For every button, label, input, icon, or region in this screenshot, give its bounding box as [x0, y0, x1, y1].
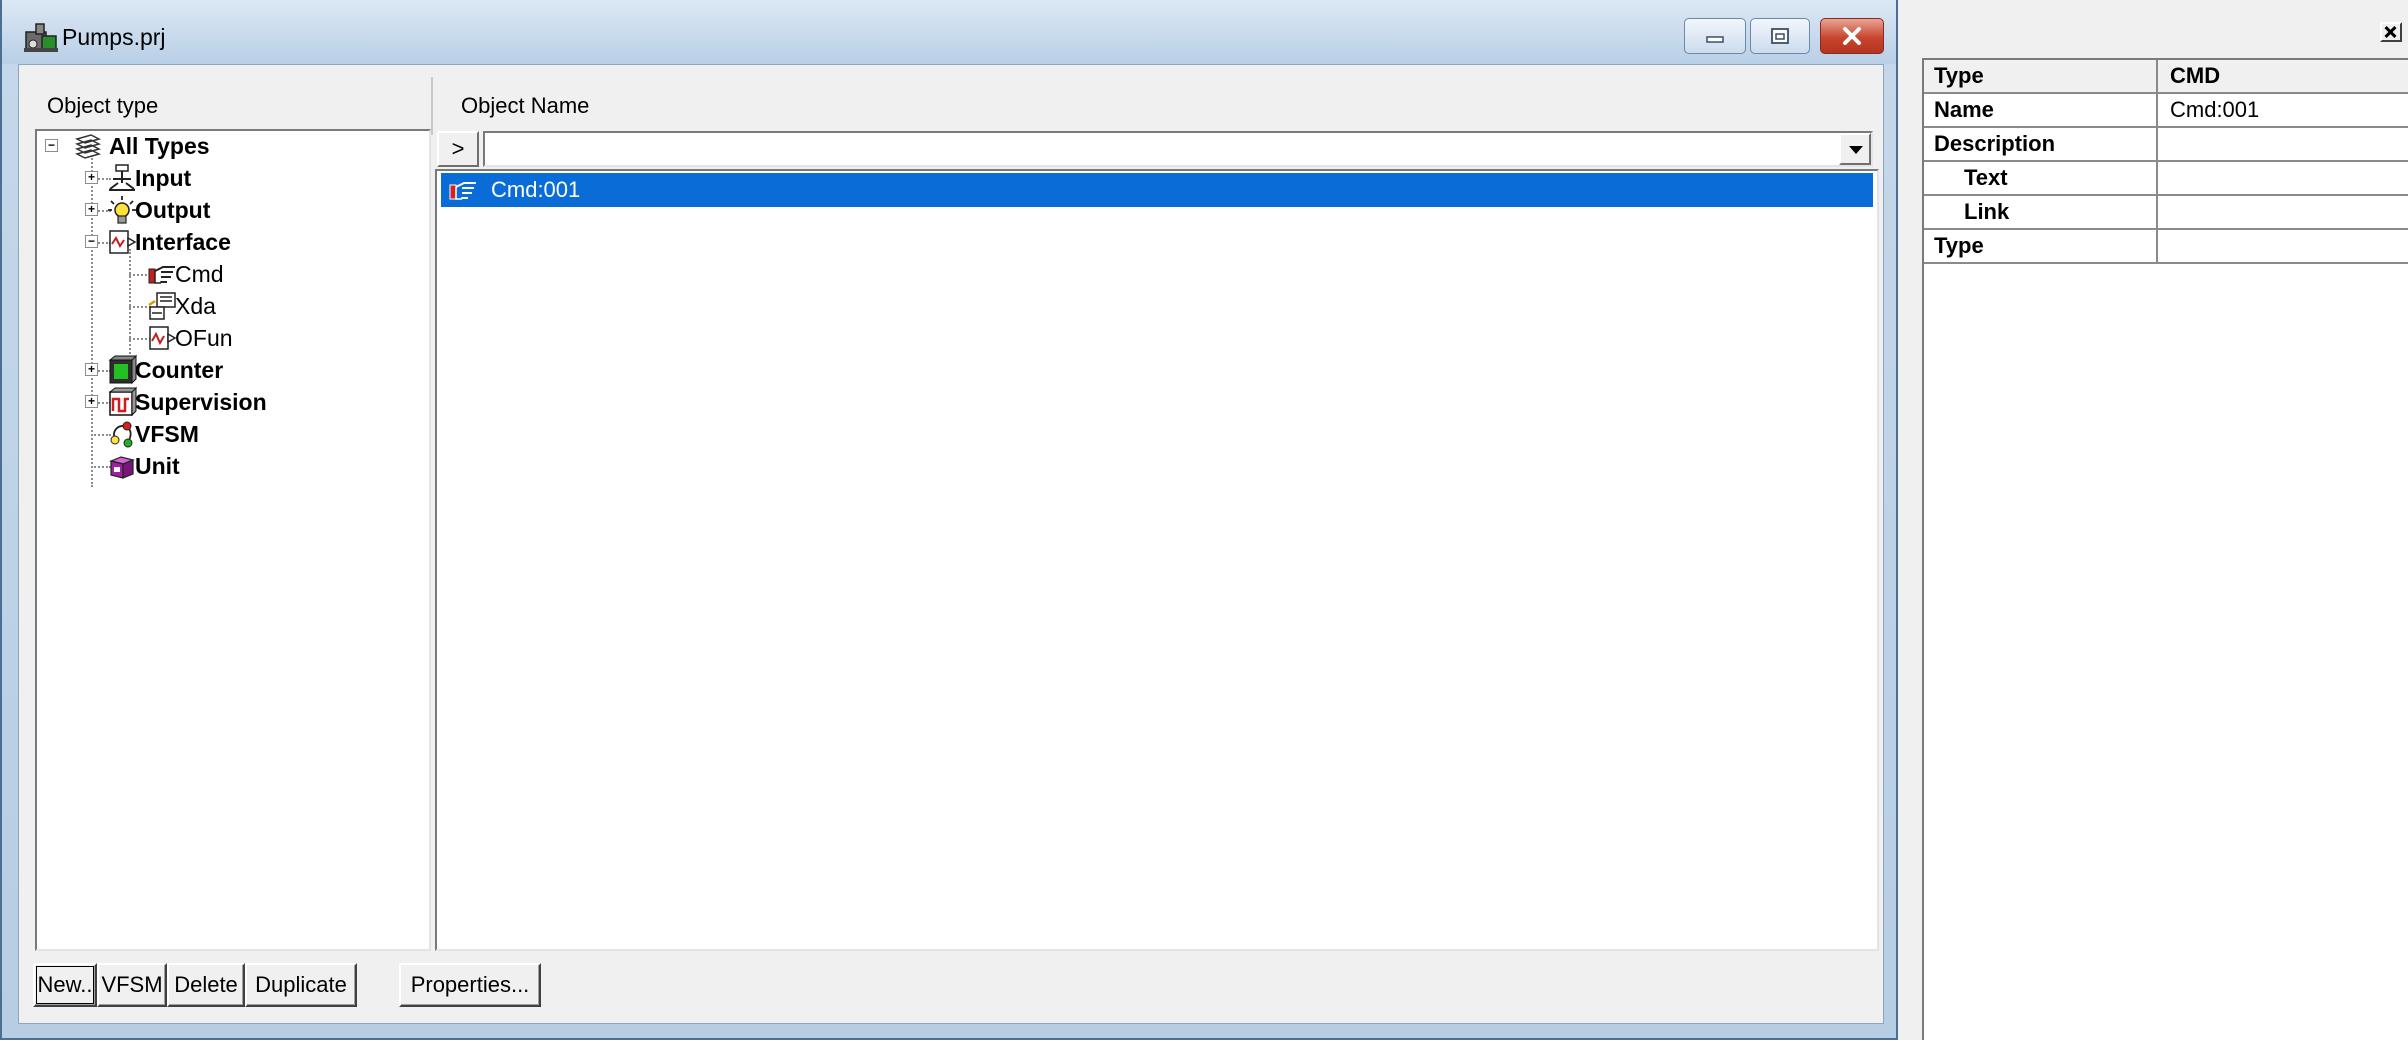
property-key: Name [1924, 94, 2158, 126]
minimize-icon [1706, 36, 1724, 43]
tree-node-vfsm[interactable]: VFSM [37, 419, 427, 449]
tree-label: Interface [135, 229, 231, 255]
property-key: Type [1924, 60, 2158, 92]
duplicate-button[interactable]: Duplicate [245, 963, 357, 1007]
property-value: CMD [2170, 63, 2221, 88]
object-type-header[interactable]: Object type [19, 77, 431, 135]
new-button[interactable]: New.. [33, 963, 97, 1007]
property-key: Link [1924, 196, 2158, 228]
maximize-button[interactable] [1750, 18, 1810, 54]
client-area: Object type Object Name − All Types + In… [18, 64, 1884, 1024]
object-name-filter-combo[interactable] [483, 131, 1873, 167]
tree-node-ofun[interactable]: OFun [37, 323, 427, 353]
supervision-icon [108, 387, 137, 417]
tree-node-cmd[interactable]: Cmd [37, 259, 427, 289]
properties-grid: Type CMD Name Cmd:001 Description Text L… [1922, 58, 2408, 1040]
properties-button[interactable]: Properties... [399, 963, 541, 1007]
property-key: Description [1924, 128, 2158, 160]
expand-icon[interactable]: + [85, 171, 98, 184]
tree-node-unit[interactable]: Unit [37, 451, 427, 481]
tree-node-interface[interactable]: − Interface [37, 227, 427, 257]
collapse-icon[interactable]: − [85, 235, 98, 248]
property-key: Text [1924, 162, 2158, 194]
project-window: Pumps.prj Object type Object Name − All … [0, 0, 1898, 1040]
property-row-name[interactable]: Name Cmd:001 [1924, 94, 2408, 128]
close-icon [1843, 27, 1861, 45]
tree-node-input[interactable]: + Input [37, 163, 427, 193]
close-button[interactable] [1820, 18, 1884, 54]
title-bar[interactable]: Pumps.prj [2, 0, 1896, 64]
tree-label: Supervision [135, 389, 267, 415]
window-title: Pumps.prj [62, 24, 166, 50]
counter-icon [108, 355, 137, 385]
minimize-button[interactable] [1684, 18, 1746, 54]
filter-button[interactable]: > [437, 131, 479, 167]
vfsm-icon [110, 421, 133, 448]
close-icon[interactable] [2380, 22, 2402, 42]
tree-node-all-types[interactable]: − All Types [37, 131, 427, 161]
app-icon [24, 23, 58, 52]
tree-label: Counter [135, 357, 224, 383]
tree-node-supervision[interactable]: + Supervision [37, 387, 427, 417]
property-row-text[interactable]: Text [1924, 162, 2408, 196]
tree-label: Input [135, 165, 192, 191]
object-type-tree[interactable]: − All Types + Input + Output − Interface… [35, 129, 431, 951]
expand-icon[interactable]: + [85, 203, 98, 216]
tree-label: OFun [175, 325, 233, 351]
property-row-link[interactable]: Link [1924, 196, 2408, 230]
tree-label: All Types [109, 133, 210, 159]
list-item-cmd-001[interactable]: Cmd:001 [441, 173, 1873, 207]
property-row-type[interactable]: Type CMD [1924, 60, 2408, 94]
lightbulb-icon [108, 196, 136, 224]
property-row-type-2[interactable]: Type [1924, 230, 2408, 264]
property-value[interactable]: Cmd:001 [2160, 94, 2259, 126]
all-types-icon [74, 134, 102, 159]
tree-node-output[interactable]: + Output [37, 195, 427, 225]
expand-icon[interactable]: + [85, 395, 98, 408]
properties-pane: Type CMD Name Cmd:001 Description Text L… [1904, 0, 2408, 1040]
tree-label: Xda [175, 293, 216, 319]
hand-icon [148, 266, 175, 284]
expand-icon[interactable]: + [85, 363, 98, 376]
property-value[interactable] [2160, 162, 2170, 194]
property-value[interactable] [2160, 128, 2170, 160]
header-splitter[interactable] [431, 77, 433, 135]
xda-icon [148, 292, 176, 320]
property-value[interactable] [2160, 196, 2170, 228]
vfsm-button[interactable]: VFSM [97, 963, 167, 1007]
property-value[interactable] [2160, 230, 2170, 262]
property-row-description[interactable]: Description [1924, 128, 2408, 162]
tree-node-counter[interactable]: + Counter [37, 355, 427, 385]
maximize-icon [1771, 28, 1789, 44]
property-key: Type [1924, 230, 2158, 262]
chevron-down-icon[interactable] [1839, 133, 1871, 165]
hand-icon [449, 182, 476, 200]
ofun-icon [149, 326, 177, 350]
delete-button[interactable]: Delete [167, 963, 245, 1007]
tree-label: Cmd [175, 261, 224, 287]
input-icon [109, 164, 135, 191]
object-name-header[interactable]: Object Name [435, 77, 1875, 135]
interface-icon [109, 230, 137, 254]
collapse-icon[interactable]: − [45, 139, 58, 152]
tree-label: Unit [135, 453, 180, 479]
tree-node-xda[interactable]: Xda [37, 291, 427, 321]
object-list[interactable]: Cmd:001 [435, 169, 1879, 951]
tree-label: Output [135, 197, 211, 223]
list-item-label: Cmd:001 [491, 177, 581, 202]
tree-label: VFSM [135, 421, 199, 447]
unit-icon [109, 456, 135, 479]
